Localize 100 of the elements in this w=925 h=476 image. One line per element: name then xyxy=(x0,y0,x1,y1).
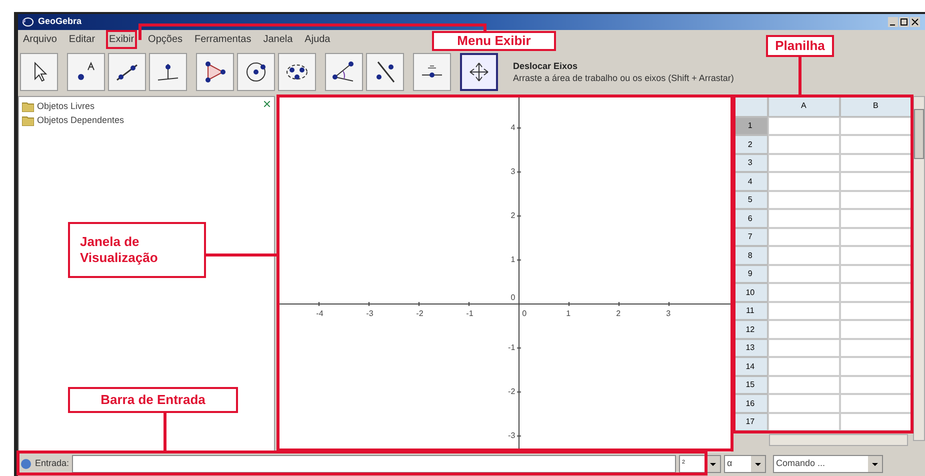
table-cell[interactable] xyxy=(840,172,912,191)
tool-name: Deslocar Eixos xyxy=(513,60,579,72)
menu-item[interactable]: Opções xyxy=(147,32,184,47)
menu-item[interactable]: Arquivo xyxy=(22,32,58,47)
table-cell[interactable] xyxy=(768,172,840,191)
axis-tick-label: -1 xyxy=(466,308,474,320)
table-cell[interactable] xyxy=(768,154,840,172)
row-header[interactable]: 12 xyxy=(732,320,768,339)
row-header[interactable]: 6 xyxy=(732,209,768,228)
folder-label[interactable]: Objetos Dependentes xyxy=(37,114,124,128)
menu-item[interactable]: Ajuda xyxy=(304,32,332,47)
axis-tick-label: 3 xyxy=(510,166,516,178)
table-cell[interactable] xyxy=(768,357,840,376)
axis-tick-label: -4 xyxy=(316,308,324,320)
axis-tick-label: 2 xyxy=(616,308,621,320)
table-cell[interactable] xyxy=(768,302,840,320)
table-cell[interactable] xyxy=(768,394,840,413)
caret-icon xyxy=(751,456,766,472)
tool-button[interactable] xyxy=(237,52,275,91)
tool-button[interactable] xyxy=(278,52,316,91)
menu-item[interactable]: Exibir xyxy=(106,30,138,49)
axis-tick-label: -1 xyxy=(507,342,516,354)
tool-button[interactable] xyxy=(460,52,498,91)
table-cell[interactable] xyxy=(840,209,912,228)
table-cell[interactable] xyxy=(840,264,912,284)
table-cell[interactable] xyxy=(840,302,912,320)
dropdown[interactable]: α xyxy=(724,455,766,474)
axis-tick-label: -2 xyxy=(416,308,424,320)
table-cell[interactable] xyxy=(768,320,840,339)
table-cell[interactable] xyxy=(840,320,912,339)
tool-button[interactable] xyxy=(413,52,451,91)
axis-tick-label: 4 xyxy=(510,122,516,134)
tool-button[interactable] xyxy=(108,52,146,91)
callout-label: Janela de Visualização xyxy=(68,222,206,278)
table-cell[interactable] xyxy=(840,154,912,172)
menu-item[interactable]: Editar xyxy=(68,32,96,47)
table-cell[interactable] xyxy=(768,376,840,394)
table-cell[interactable] xyxy=(768,116,840,136)
tool-button[interactable] xyxy=(325,52,363,91)
table-cell[interactable] xyxy=(768,246,840,265)
axis-tick-label: 0 xyxy=(522,308,527,320)
row-header[interactable]: 2 xyxy=(732,135,768,154)
input-label: Entrada: xyxy=(35,457,70,470)
table-cell[interactable] xyxy=(768,412,840,432)
table-cell[interactable] xyxy=(840,135,912,154)
tool-button[interactable] xyxy=(196,52,234,91)
callout-label: Barra de Entrada xyxy=(68,387,238,413)
app-icon xyxy=(22,16,34,28)
table-cell[interactable] xyxy=(768,283,840,302)
help-icon[interactable] xyxy=(20,458,32,470)
input-field[interactable] xyxy=(72,455,676,474)
caret-icon xyxy=(868,456,882,472)
table-cell[interactable] xyxy=(840,246,912,265)
table-cell[interactable] xyxy=(840,394,912,413)
menu-item[interactable]: Ferramentas xyxy=(194,32,252,47)
tool-button[interactable] xyxy=(149,52,187,91)
axis-tick-label: 3 xyxy=(666,308,671,320)
table-cell[interactable] xyxy=(768,228,840,246)
tool-button[interactable] xyxy=(20,52,58,91)
axis-tick-label: -3 xyxy=(507,430,516,442)
table-cell[interactable] xyxy=(840,412,912,432)
window-title: GeoGebra xyxy=(38,15,82,28)
callout-label: Menu Exibir xyxy=(432,31,556,51)
table-cell[interactable] xyxy=(768,338,840,358)
axis-tick-label: 1 xyxy=(566,308,571,320)
leader-line xyxy=(798,57,802,95)
table-cell[interactable] xyxy=(840,190,912,210)
axis-tick-label: 1 xyxy=(510,254,516,266)
table-cell[interactable] xyxy=(768,135,840,154)
table-cell[interactable] xyxy=(840,376,912,394)
table-cell[interactable] xyxy=(768,209,840,228)
dropdown[interactable]: Comando ... xyxy=(773,455,884,474)
tool-help: Arraste a área de trabalho ou os eixos (Shift + Arrastar) xyxy=(513,72,734,84)
menu-item[interactable]: Janela xyxy=(262,32,294,47)
axis-tick-label: -3 xyxy=(366,308,374,320)
table-cell[interactable] xyxy=(840,283,912,302)
horizontal-scrollbar[interactable] xyxy=(768,434,908,446)
row-header[interactable]: 10 xyxy=(732,283,768,302)
row-header[interactable]: 14 xyxy=(732,357,768,376)
axis-tick-label: 2 xyxy=(510,210,516,222)
row-header[interactable]: 4 xyxy=(732,172,768,191)
row-header[interactable]: 8 xyxy=(732,246,768,265)
window-controls-icon[interactable] xyxy=(887,16,921,28)
leader-line xyxy=(206,254,277,256)
table-cell[interactable] xyxy=(840,357,912,376)
table-cell[interactable] xyxy=(840,338,912,358)
folder-label[interactable]: Objetos Livres xyxy=(37,100,95,114)
table-cell[interactable] xyxy=(768,264,840,284)
tool-button[interactable] xyxy=(67,52,105,91)
vertical-scrollbar[interactable] xyxy=(913,96,925,441)
row-header[interactable]: 16 xyxy=(732,394,768,413)
folder-icon xyxy=(22,116,34,126)
table-cell[interactable] xyxy=(840,228,912,246)
axis-tick-label: -2 xyxy=(507,386,516,398)
table-cell[interactable] xyxy=(768,190,840,210)
tool-button[interactable] xyxy=(366,52,404,91)
leader-line xyxy=(164,413,166,451)
close-icon[interactable] xyxy=(264,100,270,107)
table-cell[interactable] xyxy=(840,116,912,136)
dropdown[interactable]: ² xyxy=(679,455,722,474)
